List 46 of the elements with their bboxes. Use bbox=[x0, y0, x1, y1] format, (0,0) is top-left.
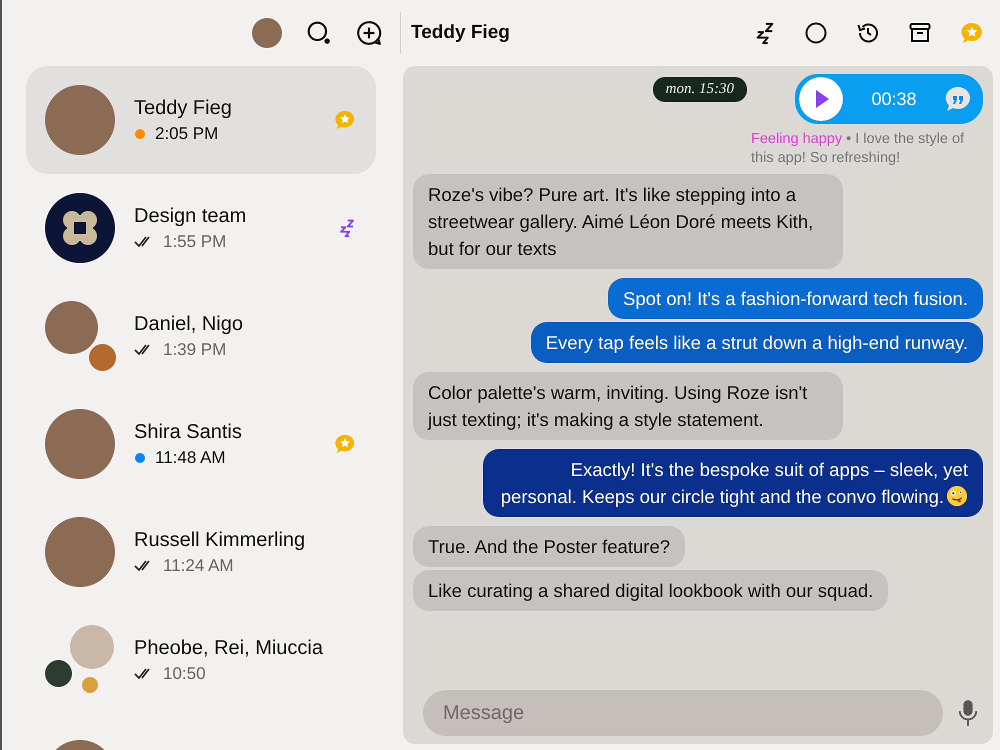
message-input[interactable]: Message bbox=[423, 690, 943, 736]
microphone-icon[interactable] bbox=[957, 699, 979, 727]
snooze-icon bbox=[338, 218, 356, 238]
conversation-item[interactable]: Shira Santis 11:48 AM bbox=[26, 390, 376, 498]
archive-icon[interactable] bbox=[908, 21, 932, 45]
conversation-item[interactable]: Daniel, Nigo 1:39 PM bbox=[26, 282, 376, 390]
star-bubble-icon[interactable] bbox=[960, 21, 984, 45]
message-time: 2:05 PM bbox=[155, 124, 218, 144]
contact-name: Pheobe, Rei, Miuccia bbox=[134, 636, 324, 660]
conversation-item[interactable]: Design team 1:55 PM bbox=[26, 174, 376, 282]
message-time: 11:48 AM bbox=[155, 448, 226, 468]
message-bubble: Like curating a shared digital lookbook with our squad. bbox=[413, 570, 888, 611]
star-bubble-icon bbox=[334, 433, 356, 455]
contact-name: Russell Kimmerling bbox=[134, 528, 306, 552]
search-icon[interactable] bbox=[306, 20, 332, 46]
message-time: 1:39 PM bbox=[163, 340, 226, 360]
message-bubble: Spot on! It's a fashion-forward tech fusion. bbox=[608, 278, 983, 319]
avatar-photo bbox=[82, 677, 98, 693]
chat-title: Teddy Fieg bbox=[411, 22, 510, 44]
message-bubble: True. And the Poster feature? bbox=[413, 526, 686, 567]
snooze-icon[interactable] bbox=[754, 21, 776, 45]
play-button-icon[interactable] bbox=[799, 77, 843, 121]
circle-icon[interactable] bbox=[804, 21, 828, 45]
voice-duration: 00:38 bbox=[871, 88, 917, 110]
contact-name: Teddy Fieg bbox=[134, 96, 233, 120]
conversation-item[interactable]: Russell Kimmerling 11:24 AM bbox=[26, 498, 376, 606]
contact-name: Design team bbox=[134, 204, 248, 228]
group-logo-icon bbox=[45, 193, 115, 263]
message-bubble: Every tap feels like a strut down a high-end runway. bbox=[530, 322, 983, 363]
message-bubble: Roze's vibe? Pure art. It's like stepping into a streetwear gallery. Aimé Léon Doré meets Kith, but for our texts bbox=[413, 174, 843, 269]
message-time: 10:50 bbox=[163, 664, 206, 684]
message-time: 11:24 AM bbox=[163, 556, 234, 576]
message-bubble: Exactly! It's the bespoke suit of apps – sleek, yet personal. Keeps our circle tight and the convo flowing. bbox=[483, 449, 983, 517]
profile-avatar[interactable] bbox=[252, 18, 282, 48]
star-bubble-icon bbox=[334, 109, 356, 131]
voice-caption: Feeling happy • I love the style of this app! So refreshing! bbox=[751, 130, 966, 168]
message-bubble: Color palette's warm, inviting. Using Roze isn't just texting; it's making a style statement. bbox=[413, 372, 843, 440]
conversation-item[interactable]: Teddy Fieg 2:05 PM bbox=[26, 66, 376, 174]
history-icon[interactable] bbox=[856, 21, 880, 45]
conversation-item[interactable]: Pheobe, Rei, Miuccia 10:50 bbox=[26, 606, 376, 714]
quote-bubble-icon[interactable] bbox=[944, 86, 971, 112]
message-time: 1:55 PM bbox=[163, 232, 226, 252]
contact-name: Shira Santis bbox=[134, 420, 243, 444]
date-stamp: mon. 15:30 bbox=[652, 77, 747, 102]
new-chat-icon[interactable] bbox=[356, 20, 382, 46]
contact-name: Daniel, Nigo bbox=[134, 312, 244, 336]
